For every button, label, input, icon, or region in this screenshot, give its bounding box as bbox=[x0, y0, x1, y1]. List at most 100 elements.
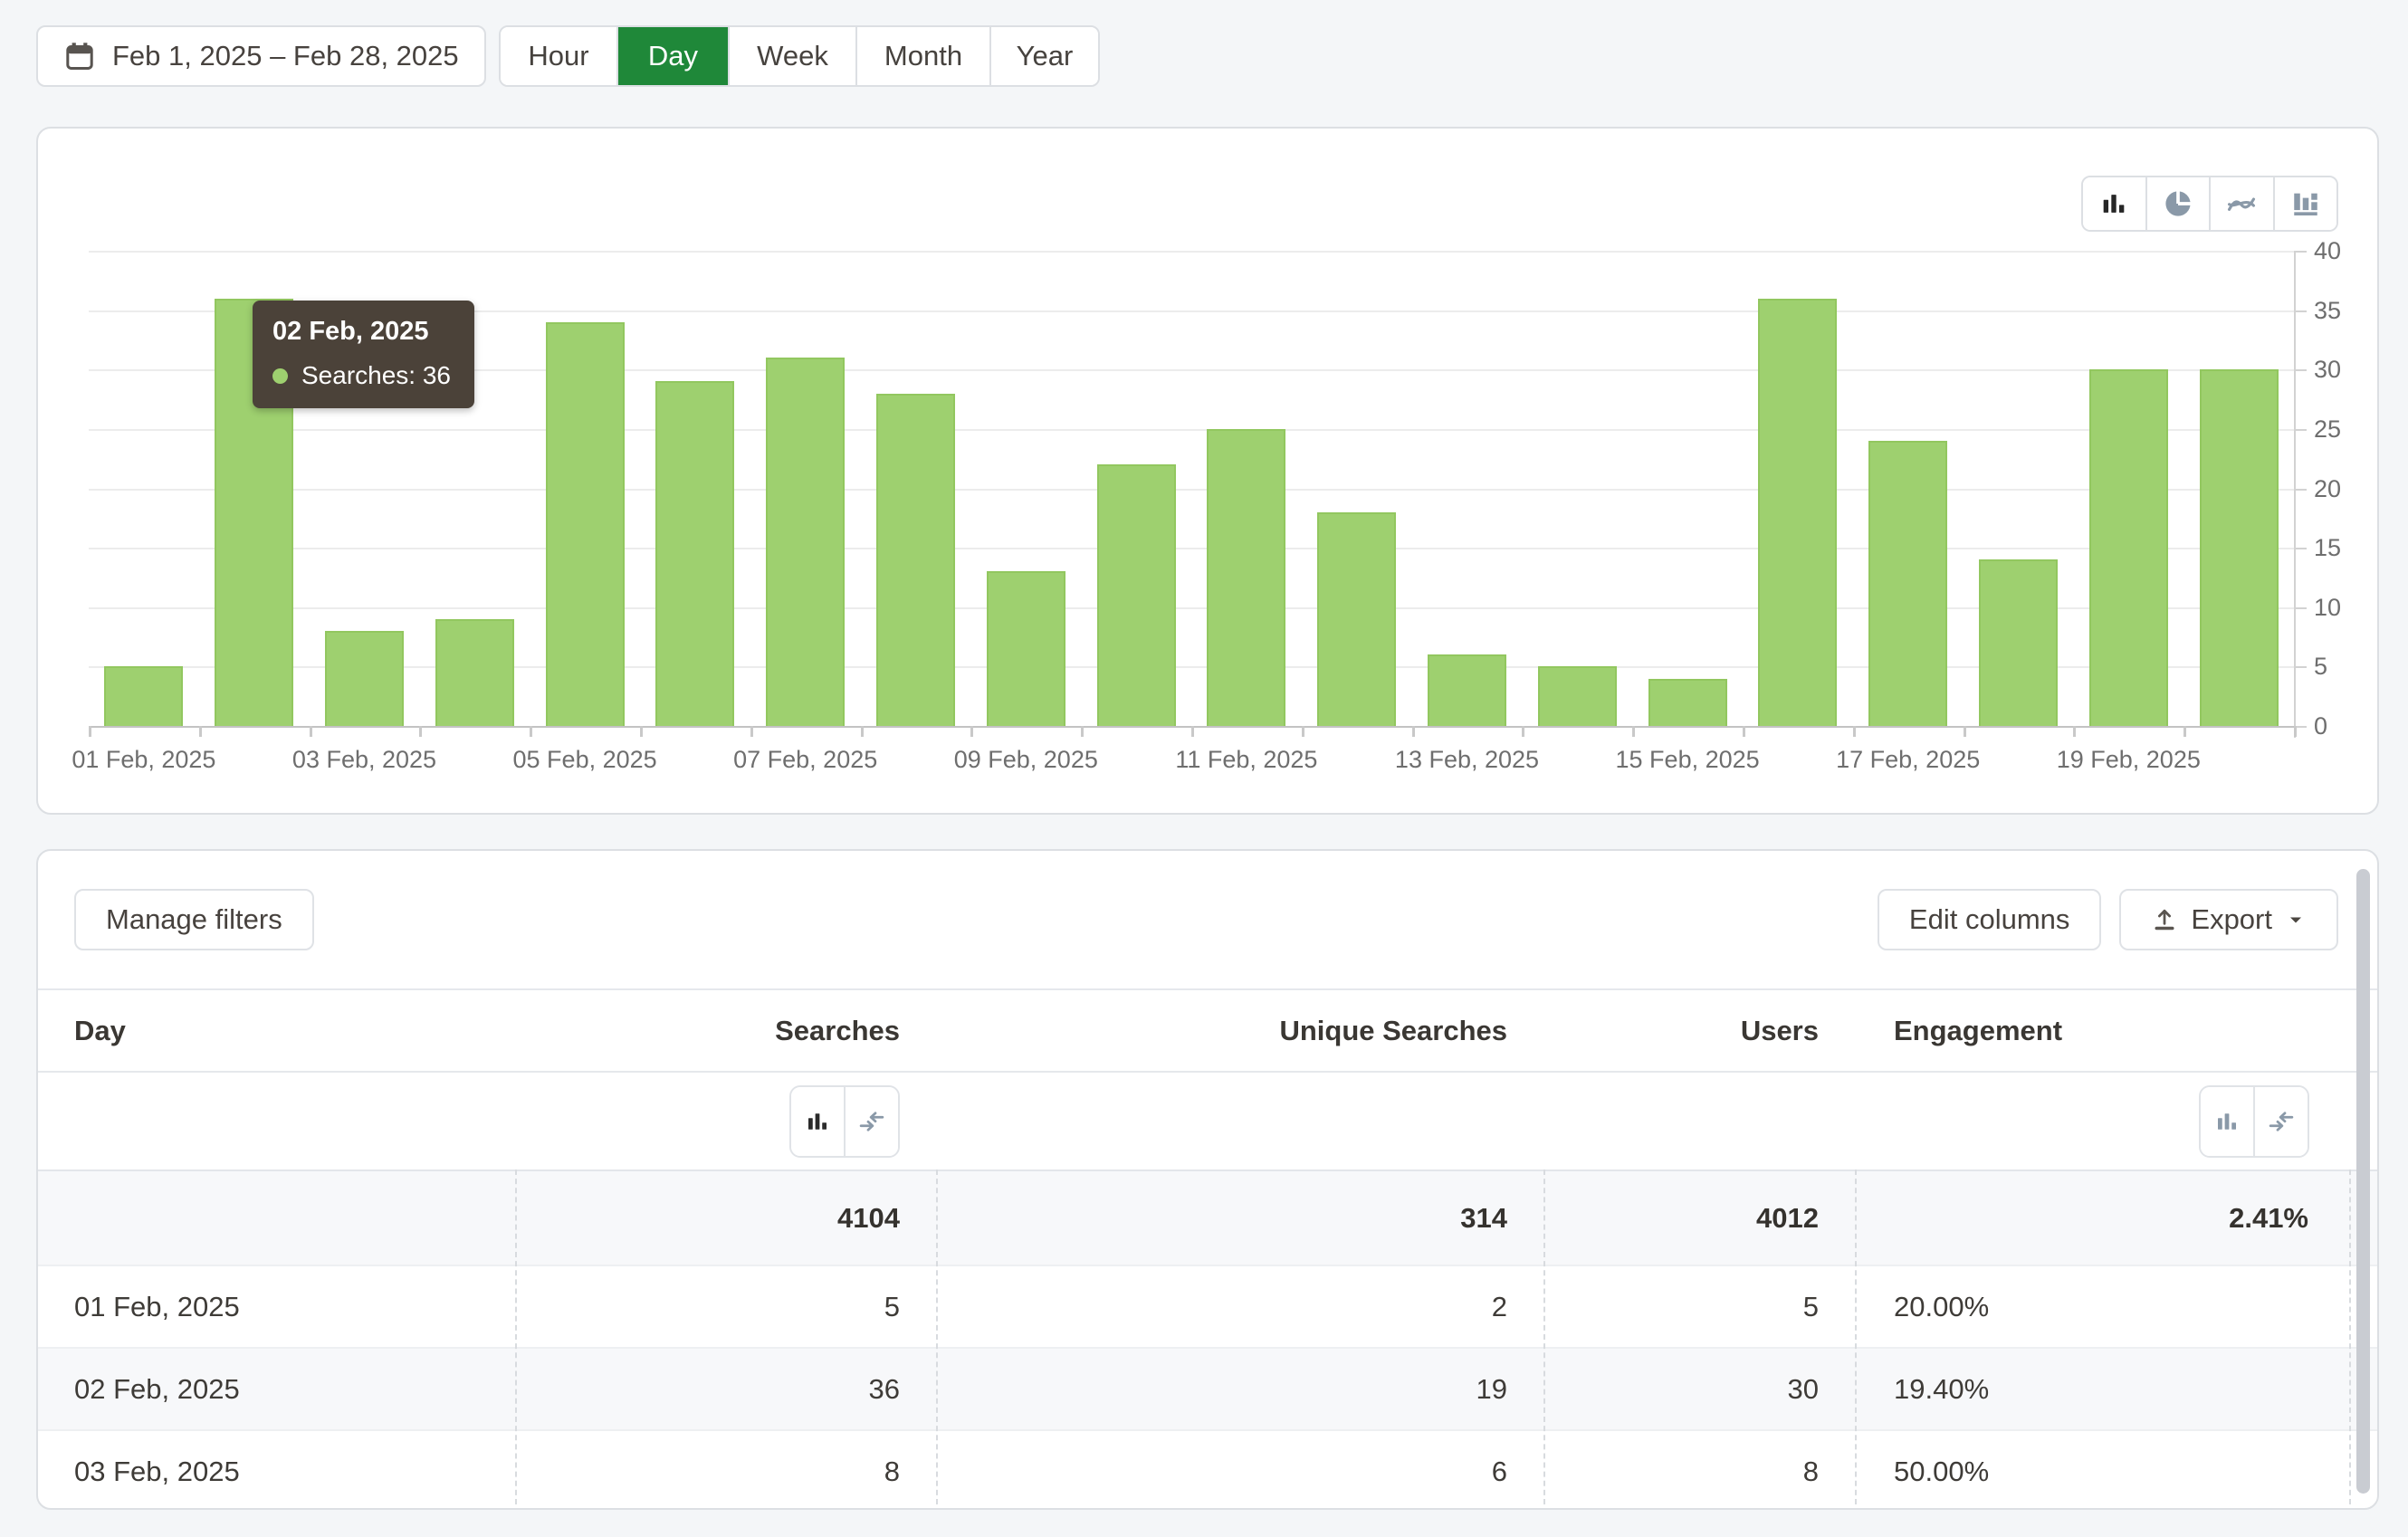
x-axis-tick bbox=[1191, 726, 1194, 737]
y-axis-label: 40 bbox=[2314, 238, 2341, 263]
compare-arrows-icon bbox=[2268, 1108, 2295, 1135]
table-row: 01 Feb, 202552520.00% bbox=[38, 1265, 2377, 1347]
y-axis-line bbox=[2294, 251, 2296, 738]
tab-hour[interactable]: Hour bbox=[501, 27, 616, 85]
searches-toggle-group bbox=[789, 1085, 900, 1158]
x-axis-tick bbox=[2294, 726, 2297, 737]
export-upload-icon bbox=[2151, 906, 2178, 933]
edit-columns-button[interactable]: Edit columns bbox=[1878, 889, 2101, 950]
bar-07-feb[interactable] bbox=[766, 358, 845, 726]
bar-11-feb[interactable] bbox=[1207, 429, 1285, 726]
cell-engagement: 20.00% bbox=[1855, 1291, 2377, 1323]
bar-01-feb[interactable] bbox=[104, 666, 183, 726]
column-header-day[interactable]: Day bbox=[38, 1015, 515, 1047]
searches-compare-arrows-toggle[interactable] bbox=[844, 1087, 898, 1156]
x-axis-tick bbox=[750, 726, 753, 737]
bar-05-feb[interactable] bbox=[546, 322, 625, 726]
x-axis-tick bbox=[1081, 726, 1084, 737]
bar-slot bbox=[1412, 251, 1523, 726]
bar-08-feb[interactable] bbox=[876, 394, 955, 727]
bar-slot bbox=[1522, 251, 1632, 726]
bar-10-feb[interactable] bbox=[1097, 464, 1176, 726]
column-header-searches[interactable]: Searches bbox=[515, 1015, 936, 1047]
y-axis-tick bbox=[2296, 369, 2307, 371]
x-axis-tick bbox=[530, 726, 532, 737]
column-header-users[interactable]: Users bbox=[1543, 1015, 1855, 1047]
bar-09-feb[interactable] bbox=[987, 571, 1065, 726]
tooltip-value: Searches: 36 bbox=[301, 361, 451, 390]
export-button[interactable]: Export bbox=[2119, 889, 2338, 950]
y-axis-tick bbox=[2296, 429, 2307, 431]
calendar-icon bbox=[63, 40, 96, 72]
cell-users: 8 bbox=[1543, 1456, 1855, 1488]
bar-17-feb[interactable] bbox=[1868, 441, 1947, 726]
column-header-engagement[interactable]: Engagement bbox=[1855, 1015, 2377, 1047]
y-axis-label: 5 bbox=[2314, 654, 2327, 679]
cell-users: 30 bbox=[1543, 1373, 1855, 1406]
bar-slot bbox=[89, 251, 199, 726]
cell-users: 5 bbox=[1543, 1291, 1855, 1323]
y-axis-label: 35 bbox=[2314, 298, 2341, 323]
bar-15-feb[interactable] bbox=[1648, 679, 1727, 727]
bar-16-feb[interactable] bbox=[1758, 299, 1837, 727]
x-axis-tick bbox=[1632, 726, 1635, 737]
bar-18-feb[interactable] bbox=[1979, 559, 2058, 726]
table-card: Manage filters Edit columns Export DaySe… bbox=[36, 849, 2379, 1510]
bar-slot bbox=[1302, 251, 1412, 726]
x-axis-tick bbox=[2183, 726, 2186, 737]
bar-slot bbox=[861, 251, 971, 726]
chart-type-pie-chart-button[interactable] bbox=[2145, 177, 2210, 230]
y-axis-tick bbox=[2296, 251, 2307, 253]
export-label: Export bbox=[2191, 903, 2272, 936]
bar-14-feb[interactable] bbox=[1538, 666, 1617, 726]
metric-toggle-row bbox=[38, 1073, 2377, 1169]
bar-slot bbox=[2183, 251, 2294, 726]
edit-columns-label: Edit columns bbox=[1909, 903, 2069, 936]
stacked-columns-icon bbox=[2290, 188, 2321, 219]
bar-20-feb[interactable] bbox=[2200, 369, 2279, 726]
bar-12-feb[interactable] bbox=[1317, 512, 1396, 726]
y-axis-tick bbox=[2296, 489, 2307, 491]
x-axis-tick bbox=[1522, 726, 1524, 737]
chart-type-stacked-columns-button[interactable] bbox=[2273, 177, 2337, 230]
table-row: 03 Feb, 202586850.00% bbox=[38, 1429, 2377, 1510]
bar-slot bbox=[2073, 251, 2183, 726]
manage-filters-label: Manage filters bbox=[106, 903, 282, 936]
y-axis-tick bbox=[2296, 607, 2307, 609]
bar-chart-icon bbox=[2098, 188, 2129, 219]
chart-type-line-chart-button[interactable] bbox=[2209, 177, 2273, 230]
granularity-tabs: HourDayWeekMonthYear bbox=[499, 25, 1100, 87]
y-axis-tick bbox=[2296, 666, 2307, 668]
x-axis-tick bbox=[1853, 726, 1856, 737]
bar-06-feb[interactable] bbox=[655, 381, 734, 726]
table-scrollbar-thumb[interactable] bbox=[2356, 869, 2370, 1494]
bar-chart-icon bbox=[804, 1108, 831, 1135]
x-axis-label: 15 Feb, 2025 bbox=[1616, 746, 1760, 774]
pie-chart-icon bbox=[2163, 188, 2193, 219]
manage-filters-button[interactable]: Manage filters bbox=[74, 889, 314, 950]
chart-tooltip: 02 Feb, 2025 Searches: 36 bbox=[253, 301, 474, 408]
engagement-compare-arrows-toggle[interactable] bbox=[2253, 1087, 2308, 1156]
bar-04-feb[interactable] bbox=[435, 619, 514, 726]
summary-users: 4012 bbox=[1543, 1202, 1855, 1235]
table-row: 02 Feb, 202536193019.40% bbox=[38, 1347, 2377, 1429]
tab-year[interactable]: Year bbox=[989, 27, 1098, 85]
bar-13-feb[interactable] bbox=[1428, 654, 1506, 726]
tab-week[interactable]: Week bbox=[728, 27, 855, 85]
x-axis-tick bbox=[310, 726, 312, 737]
column-header-unique-searches[interactable]: Unique Searches bbox=[936, 1015, 1543, 1047]
searches-bar-chart-toggle[interactable] bbox=[791, 1087, 844, 1156]
bar-03-feb[interactable] bbox=[325, 631, 404, 726]
bar-slot bbox=[1743, 251, 1853, 726]
x-axis-label: 03 Feb, 2025 bbox=[292, 746, 436, 774]
chart-type-bar-chart-button[interactable] bbox=[2083, 177, 2145, 230]
bar-slot bbox=[1964, 251, 2074, 726]
y-axis-label: 15 bbox=[2314, 535, 2341, 560]
tab-day[interactable]: Day bbox=[616, 27, 728, 85]
engagement-bar-chart-toggle[interactable] bbox=[2201, 1087, 2253, 1156]
tab-month[interactable]: Month bbox=[855, 27, 989, 85]
date-range-picker[interactable]: Feb 1, 2025 – Feb 28, 2025 bbox=[36, 25, 486, 87]
x-axis-tick bbox=[640, 726, 643, 737]
metrics-table: DaySearchesUnique SearchesUsersEngagemen… bbox=[38, 990, 2377, 1510]
bar-19-feb[interactable] bbox=[2089, 369, 2168, 726]
